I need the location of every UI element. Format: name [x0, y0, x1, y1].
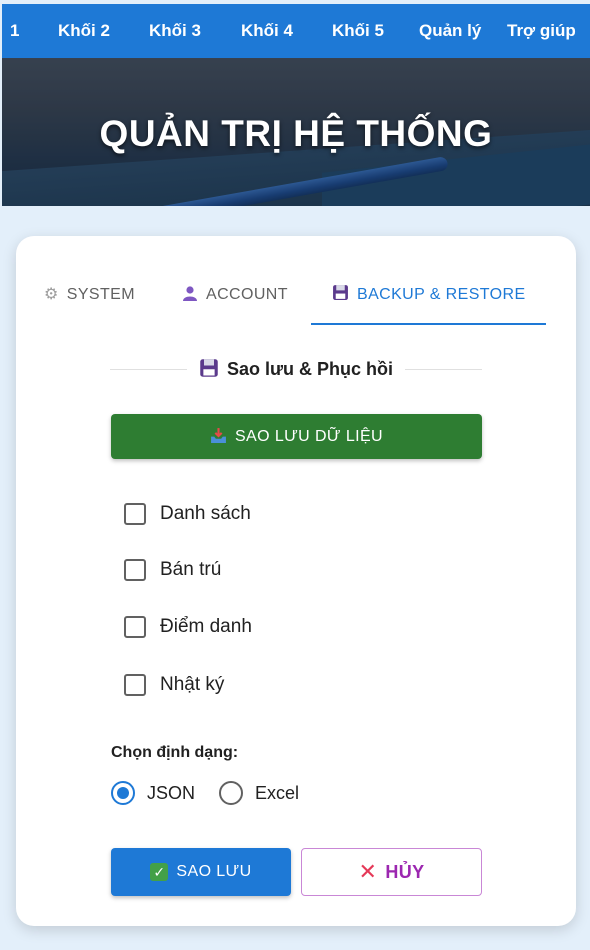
- checkbox-box[interactable]: [124, 616, 146, 638]
- checkbox-label: Danh sách: [160, 503, 251, 524]
- tab-backup-restore[interactable]: BACKUP & RESTORE: [332, 276, 526, 326]
- backup-data-button-label: SAO LƯU DỮ LIỆU: [234, 427, 384, 445]
- checkbox-danh-sach[interactable]: Danh sách: [124, 499, 251, 529]
- cancel-button[interactable]: ✕ HỦY: [301, 848, 482, 896]
- close-icon: ✕: [358, 859, 378, 884]
- checkbox-box[interactable]: [124, 503, 146, 525]
- active-tab-indicator: [311, 323, 546, 325]
- radio-label: JSON: [147, 782, 196, 803]
- radio-excel[interactable]: Excel: [219, 778, 299, 808]
- checkbox-diem-danh[interactable]: Điểm danh: [124, 612, 252, 642]
- gear-icon: ⚙: [44, 286, 59, 303]
- admin-card: ⚙ SYSTEM ACCOUNT BACKUP & RESTORE Sao lư…: [16, 236, 576, 926]
- tab-system[interactable]: ⚙ SYSTEM: [44, 276, 135, 326]
- nav-item-khoi-5[interactable]: Khối 5: [332, 4, 384, 58]
- tab-bar: ⚙ SYSTEM ACCOUNT BACKUP & RESTORE: [16, 276, 576, 326]
- section-heading-text: Sao lưu & Phục hồi: [226, 358, 394, 379]
- floppy-disk-icon: [199, 358, 219, 380]
- checkbox-label: Nhật ký: [160, 674, 225, 695]
- nav-item-quan-ly[interactable]: Quản lý: [419, 4, 481, 58]
- section-heading: Sao lưu & Phục hồi: [110, 354, 483, 384]
- radio-label: Excel: [255, 782, 300, 803]
- radio-json[interactable]: JSON: [111, 778, 195, 808]
- save-button[interactable]: ✓ SAO LƯU: [111, 848, 291, 896]
- checkbox-box[interactable]: [124, 674, 146, 696]
- save-button-label: SAO LƯU: [176, 863, 252, 880]
- divider-right: [405, 368, 483, 370]
- checkbox-ban-tru[interactable]: Bán trú: [124, 555, 221, 585]
- checkbox-label: Điểm danh: [160, 616, 252, 637]
- inbox-tray-icon: [210, 427, 227, 446]
- tab-backup-restore-label: BACKUP & RESTORE: [357, 286, 526, 303]
- checkbox-label: Bán trú: [160, 559, 222, 580]
- nav-item-khoi-4[interactable]: Khối 4: [241, 4, 293, 58]
- checkbox-box[interactable]: [124, 559, 146, 581]
- backup-data-button[interactable]: SAO LƯU DỮ LIỆU: [111, 414, 482, 459]
- nav-item-khoi-1[interactable]: 1: [10, 4, 19, 58]
- check-mark-icon: ✓: [150, 863, 169, 881]
- nav-item-tro-giup[interactable]: Trợ giúp: [507, 4, 576, 58]
- format-label: Chọn định dạng:: [111, 744, 239, 761]
- cancel-button-label: HỦY: [385, 861, 425, 882]
- nav-item-khoi-3[interactable]: Khối 3: [149, 4, 201, 58]
- checkbox-nhat-ky[interactable]: Nhật ký: [124, 670, 224, 700]
- section-heading-label-wrap: Sao lưu & Phục hồi: [187, 358, 405, 380]
- tab-system-label: SYSTEM: [66, 286, 135, 303]
- user-icon: [182, 276, 198, 314]
- divider-left: [110, 368, 187, 370]
- page-title: QUẢN TRỊ HỆ THỐNG: [99, 113, 493, 154]
- hero-banner: QUẢN TRỊ HỆ THỐNG: [2, 58, 590, 206]
- top-nav-bar: 1 Khối 2 Khối 3 Khối 4 Khối 5 Quản lý Tr…: [2, 4, 590, 58]
- radio-button[interactable]: [219, 781, 243, 805]
- floppy-disk-icon: [332, 276, 349, 314]
- tab-account[interactable]: ACCOUNT: [182, 276, 288, 326]
- nav-item-khoi-2[interactable]: Khối 2: [58, 4, 110, 58]
- tab-account-label: ACCOUNT: [206, 286, 288, 303]
- radio-button-selected[interactable]: [111, 781, 135, 805]
